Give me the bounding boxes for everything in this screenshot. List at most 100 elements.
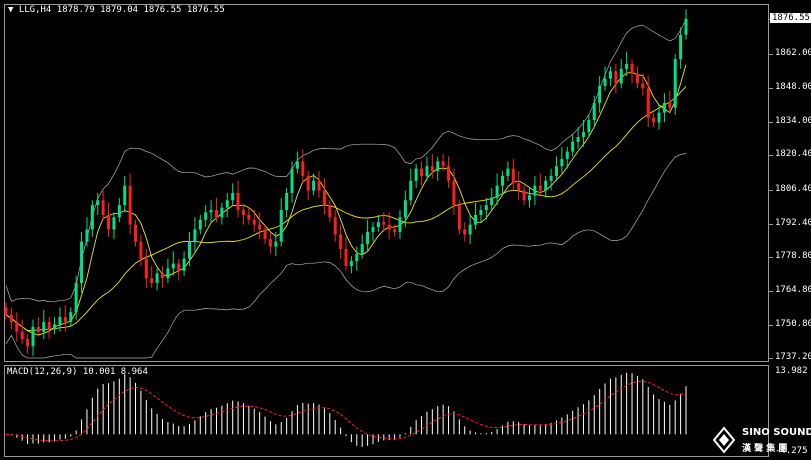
candle-body: [425, 166, 429, 176]
candle-body: [565, 151, 569, 159]
candle-body: [317, 180, 321, 191]
candle-body: [474, 214, 478, 225]
candle-body: [101, 200, 105, 215]
candle-body: [128, 185, 132, 225]
candle-body: [53, 324, 57, 330]
candle-body: [619, 68, 623, 84]
candle-body: [339, 234, 343, 249]
candle-body: [107, 214, 111, 230]
candle-body: [652, 117, 656, 123]
candle-body: [258, 224, 262, 230]
candle-body: [182, 258, 186, 271]
candle-body: [549, 175, 553, 181]
candle-body: [414, 168, 418, 181]
candle-body: [90, 205, 94, 230]
candle-body: [139, 241, 143, 259]
candle-body: [31, 326, 35, 347]
candle-body: [554, 166, 558, 176]
candle-body: [490, 197, 494, 206]
candle-body: [403, 200, 407, 218]
candle-body: [241, 210, 245, 215]
candle-body: [387, 224, 391, 230]
candle-body: [673, 59, 677, 108]
candle-body: [220, 207, 224, 218]
candle-body: [635, 73, 639, 84]
candle-body: [96, 200, 100, 206]
candle-body: [517, 183, 521, 191]
candle-body: [328, 205, 332, 218]
candle-body: [155, 273, 159, 284]
candle-body: [9, 314, 13, 322]
candle-body: [484, 205, 488, 211]
candle-body: [668, 102, 672, 108]
logo-brand-cn: 漢 聲 集 團: [742, 444, 788, 454]
candle-body: [252, 219, 256, 225]
candle-body: [268, 239, 272, 247]
candle-body: [290, 168, 294, 193]
candle-body: [117, 205, 121, 218]
chart-plot: [4, 9, 688, 447]
candle-body: [376, 222, 380, 228]
candle-body: [20, 331, 24, 340]
candle-body: [441, 161, 445, 167]
candle-body: [366, 231, 370, 245]
candle-body: [295, 161, 299, 169]
candle-body: [80, 241, 84, 284]
candle-body: [457, 205, 461, 230]
candle-body: [306, 175, 310, 191]
candle-body: [161, 273, 165, 279]
candle-body: [447, 166, 451, 181]
candle-body: [15, 321, 19, 332]
candle-body: [501, 175, 505, 186]
candle-body: [231, 192, 235, 201]
candle-body: [479, 210, 483, 215]
candle-body: [333, 217, 337, 235]
candle-body: [393, 229, 397, 232]
candle-body: [436, 161, 440, 172]
candle-body: [322, 190, 326, 206]
candle-body: [538, 185, 542, 191]
candle-body: [630, 63, 634, 74]
candle-body: [506, 168, 510, 176]
macd-signal-line: [5, 380, 687, 442]
candle-body: [355, 253, 359, 262]
moving-average-line: [5, 86, 687, 332]
candle-body: [495, 185, 499, 198]
candle-body: [236, 192, 240, 211]
candle-body: [166, 268, 170, 279]
candle-body: [312, 180, 316, 191]
candle-body: [263, 229, 267, 240]
candle-body: [430, 166, 434, 172]
candle-body: [420, 168, 424, 176]
candle-body: [285, 192, 289, 211]
candle-body: [576, 136, 580, 142]
candle-body: [344, 248, 348, 266]
candle-body: [522, 190, 526, 201]
candle-body: [641, 83, 645, 89]
candle-body: [608, 71, 612, 79]
candle-body: [301, 161, 305, 176]
candle-body: [409, 180, 413, 201]
candle-body: [85, 229, 89, 242]
candle-body: [614, 71, 618, 84]
candle-body: [214, 210, 218, 218]
candle-body: [26, 339, 30, 347]
candle-body: [463, 229, 467, 235]
candle-body: [544, 180, 548, 191]
candle-body: [225, 200, 229, 208]
candle-body: [625, 63, 629, 69]
candle-body: [679, 34, 683, 60]
sino-sound-logo: SINO SOUND 漢 聲 集 團: [712, 424, 811, 456]
candle-body: [560, 158, 564, 167]
candle-body: [592, 102, 596, 120]
candle-body: [123, 185, 127, 206]
diamond-logo-icon: [712, 426, 736, 454]
candle-body: [144, 258, 148, 279]
candle-body: [177, 263, 181, 271]
candle-body: [360, 244, 364, 254]
candle-body: [598, 85, 602, 103]
candle-body: [371, 227, 375, 232]
candle-body: [171, 263, 175, 269]
candle-body: [204, 212, 208, 220]
candle-body: [533, 185, 537, 196]
